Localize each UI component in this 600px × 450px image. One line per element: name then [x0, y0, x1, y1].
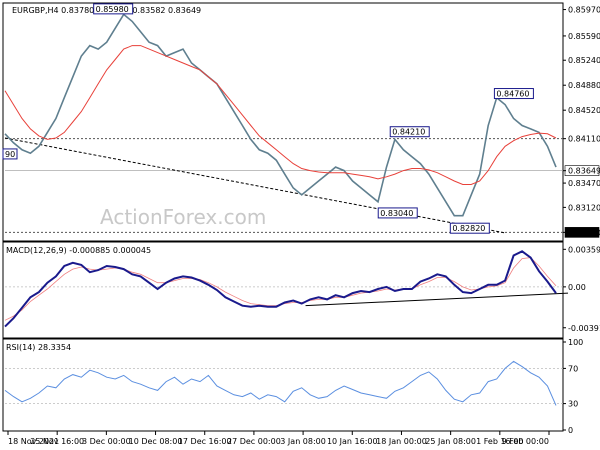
macd-tick-label: -0.003911: [568, 324, 600, 333]
x-tick-label: 10 Jan 16:00: [327, 437, 378, 446]
rsi-panel-frame: [2, 338, 564, 432]
price-tick-label: 0.83649: [568, 167, 600, 176]
annotation-label: 0.84760: [496, 90, 529, 99]
rsi-y-axis: 100 70 30 0: [563, 338, 583, 435]
price-tick-label: 0.83470: [568, 179, 600, 188]
x-tick-label: 10 Dec 08:00: [129, 437, 183, 446]
annotation-label: 0.83040: [380, 209, 413, 218]
annotation-label: 0.84210: [392, 128, 425, 137]
rsi-tick-label: 0: [568, 426, 573, 435]
x-axis: 18 Nov 202125 Nov 16:003 Dec 00:0010 Dec…: [7, 431, 550, 446]
macd-panel-title: MACD(12,26,9) -0.000885 0.000045: [6, 246, 151, 255]
x-tick-label: 17 Dec 16:00: [178, 437, 232, 446]
rsi-tick-label: 70: [568, 364, 578, 373]
annotation-label: 90: [5, 150, 15, 159]
macd-y-axis: 0.003592 0.00 -0.003911: [563, 245, 600, 333]
annotation-label: 0.82820: [452, 224, 485, 233]
annotation-label: 0.85980: [96, 5, 129, 14]
x-tick-label: 18 Jan 00:00: [376, 437, 427, 446]
x-tick-label: 25 Nov 16:00: [30, 437, 84, 446]
macd-tick-label: 0.003592: [568, 245, 600, 254]
price-panel-frame: [2, 2, 564, 242]
macd-tick-label: 0.00: [568, 283, 586, 292]
x-tick-label: 3 Dec 00:00: [82, 437, 131, 446]
x-tick-label: 9 Feb 00:00: [502, 437, 549, 446]
price-tick-label: 0.85970: [568, 6, 600, 15]
x-tick-label: 25 Jan 08:00: [425, 437, 476, 446]
price-tick-label: 0.85240: [568, 56, 600, 65]
rsi-tick-label: 100: [568, 338, 583, 347]
x-tick-label: 3 Jan 08:00: [280, 437, 326, 446]
price-tick-label: 0.85590: [568, 32, 600, 41]
price-tick-label: 0.84110: [568, 135, 600, 144]
rsi-tick-label: 30: [568, 400, 578, 409]
price-tick-label: 0.84520: [568, 106, 600, 115]
price-tick-label: 0.84880: [568, 81, 600, 90]
price-y-axis: 0.85970 0.85590 0.85240 0.84880 0.84520 0.841…: [563, 6, 600, 238]
price-tick-label: 0.82760: [568, 228, 600, 237]
price-tick-label: 0.83120: [568, 203, 600, 212]
x-tick-label: 27 Dec 00:00: [227, 437, 281, 446]
watermark: ActionForex.com: [100, 205, 266, 229]
rsi-panel-title: RSI(14) 28.3354: [6, 343, 71, 352]
eurgbp-h4-chart: ActionForex.com EURGBP,H4 0.83780 0.8382…: [2, 2, 600, 446]
